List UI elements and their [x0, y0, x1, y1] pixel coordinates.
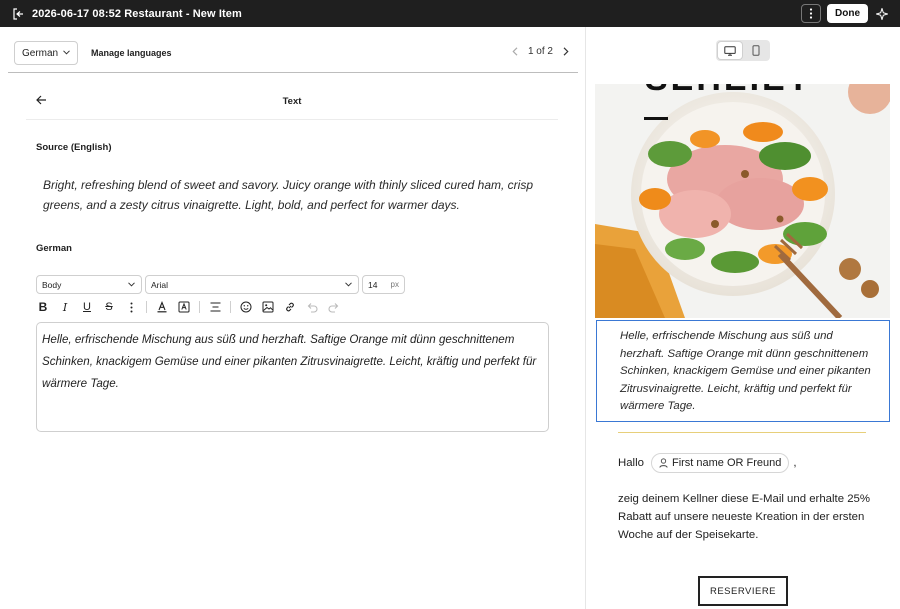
panel-header: Text	[26, 85, 558, 120]
more-icon[interactable]	[124, 300, 138, 314]
merge-tag-chip[interactable]: First name OR Freund	[650, 453, 790, 473]
top-bar: 2026-06-17 08:52 Restaurant - New Item D…	[0, 0, 900, 27]
desktop-view-button[interactable]	[718, 42, 742, 59]
bold-icon[interactable]: B	[36, 300, 50, 314]
chevron-down-icon	[63, 50, 70, 55]
mobile-view-button[interactable]	[744, 42, 768, 59]
translation-pane: German Manage languages 1 of 2 Text Sour…	[0, 27, 585, 609]
person-icon	[659, 458, 668, 468]
chevron-down-icon	[128, 282, 135, 287]
text-style-select[interactable]: Body	[36, 275, 142, 294]
more-options-button[interactable]	[801, 4, 821, 23]
redo-icon[interactable]	[327, 300, 341, 314]
hero-dash	[644, 117, 668, 120]
pager: 1 of 2	[512, 46, 569, 57]
pager-label: 1 of 2	[527, 46, 553, 57]
font-size-value: 14	[368, 279, 378, 290]
kebab-icon	[809, 8, 813, 19]
italic-icon[interactable]: I	[58, 300, 72, 314]
salad-bowl-image	[595, 84, 890, 318]
language-select[interactable]: German	[14, 41, 78, 65]
exit-icon[interactable]	[10, 6, 26, 22]
merge-tag-label: First name OR Freund	[671, 457, 782, 469]
device-toggle	[716, 40, 770, 61]
chevron-down-icon	[345, 282, 352, 287]
desktop-icon	[724, 45, 736, 56]
top-actions: Done	[801, 4, 890, 23]
text-color-icon[interactable]	[155, 300, 169, 314]
panel-title: Text	[282, 96, 302, 107]
font-size-unit: px	[390, 280, 399, 289]
email-body-text: zeig deinem Kellner diese E-Mail und erh…	[618, 493, 871, 541]
highlight-icon[interactable]	[177, 300, 191, 314]
align-icon[interactable]	[208, 300, 222, 314]
greeting-text: Hallo	[618, 457, 644, 469]
toolbar-separator	[146, 301, 147, 313]
target-label: German	[36, 243, 72, 254]
hero-title: SEHEIET	[645, 84, 811, 99]
undo-icon[interactable]	[305, 300, 319, 314]
font-family-value: Arial	[151, 279, 169, 290]
gold-divider	[618, 432, 866, 433]
emoji-icon[interactable]	[239, 300, 253, 314]
greeting-line: Hallo First name OR Freund ,	[618, 453, 797, 473]
source-label: Source (English)	[36, 142, 112, 153]
language-bar: German Manage languages 1 of 2	[0, 27, 585, 73]
done-button[interactable]: Done	[827, 4, 868, 23]
formatting-toolbar: B I U S	[36, 299, 349, 315]
window-title: 2026-06-17 08:52 Restaurant - New Item	[32, 7, 242, 20]
strikethrough-icon[interactable]: S	[102, 300, 116, 314]
selected-text-block[interactable]: Helle, erfrischende Mischung aus süß und…	[596, 320, 890, 422]
mobile-icon	[752, 45, 760, 56]
source-text: Bright, refreshing blend of sweet and sa…	[43, 178, 534, 212]
chevron-left-icon[interactable]	[512, 47, 518, 56]
font-size-input[interactable]: 14 px	[362, 275, 405, 294]
greeting-comma: ,	[793, 457, 797, 469]
toolbar-separator	[199, 301, 200, 313]
reserve-button[interactable]: RESERVIERE	[698, 576, 788, 606]
translation-editor[interactable]: Helle, erfrischende Mischung aus süß und…	[36, 322, 549, 432]
text-style-value: Body	[42, 279, 62, 290]
underline-icon[interactable]: U	[80, 300, 94, 314]
divider	[8, 72, 578, 73]
email-preview: SEHEIET Helle, erfrischende Mischung aus…	[586, 27, 900, 609]
chevron-right-icon[interactable]	[563, 47, 569, 56]
ai-sparkle-icon[interactable]	[874, 6, 890, 22]
image-icon[interactable]	[261, 300, 275, 314]
language-select-value: German	[22, 47, 59, 59]
manage-languages-link[interactable]: Manage languages	[91, 48, 172, 58]
hero-image: SEHEIET	[595, 84, 890, 318]
toolbar-separator	[230, 301, 231, 313]
font-family-select[interactable]: Arial	[145, 275, 359, 294]
link-icon[interactable]	[283, 300, 297, 314]
